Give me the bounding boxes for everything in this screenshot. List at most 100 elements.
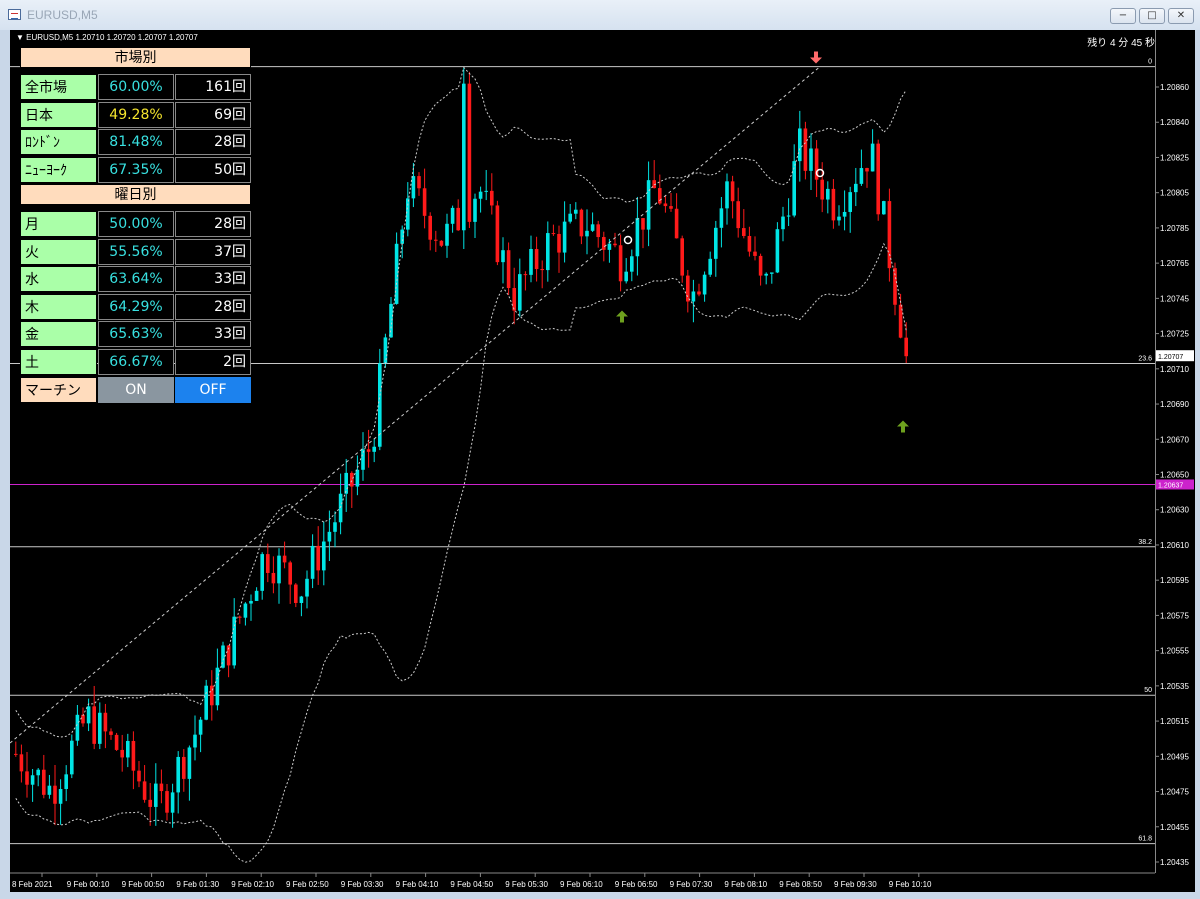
candle-body (646, 180, 651, 230)
candle-body (764, 273, 768, 276)
candle-body (439, 240, 444, 246)
candle-body (674, 208, 679, 239)
candle-body (170, 792, 175, 813)
candle-body (809, 148, 813, 171)
weekday-label: 木 (20, 293, 97, 320)
price-tick-label: 1.20575 (1160, 611, 1189, 620)
candle-body (467, 83, 472, 222)
candle-body (42, 769, 46, 795)
terminal-window: EURUSD,M5 − □ ✕ 1.20860 1.20840 1.20825 1.2… (0, 0, 1200, 899)
candle-body (406, 198, 410, 230)
candle-body (53, 785, 57, 804)
martin-on-button[interactable]: ON (98, 377, 174, 403)
candle-body (551, 233, 556, 235)
price-tick-label: 1.20435 (1160, 858, 1189, 867)
weekday-count: 28回 (175, 211, 251, 237)
candle-body (798, 128, 802, 162)
buy-signal-arrow (897, 420, 909, 433)
candle-body (25, 771, 29, 785)
candle-body (663, 203, 668, 207)
candle-body (187, 747, 192, 779)
candle-body (691, 291, 696, 302)
time-tick-label: 9 Feb 00:50 (122, 880, 165, 889)
candle-body (428, 215, 432, 240)
candle-body (243, 603, 248, 618)
market-count: 69回 (175, 101, 251, 128)
weekday-label: 月 (20, 211, 97, 237)
candle-body (859, 168, 864, 184)
candle-body (417, 176, 421, 189)
candle-body (680, 238, 684, 276)
candle-body (770, 272, 774, 274)
market-count: 28回 (175, 129, 251, 155)
market-row: 全市場 60.00% 161回 (20, 74, 252, 101)
fib-level-label: 38.2 (1138, 539, 1152, 546)
minimize-button[interactable]: − (1110, 8, 1136, 24)
weekday-label: 土 (20, 348, 97, 375)
candle-body (182, 756, 186, 779)
buy-signal-arrow (616, 310, 628, 323)
candle-body (854, 183, 858, 193)
price-tick-label: 1.20455 (1160, 823, 1189, 832)
candle-body (282, 555, 287, 563)
candle-body (333, 522, 337, 532)
candle-body (579, 209, 584, 237)
candle-body (473, 198, 477, 222)
candle-body (747, 235, 752, 252)
close-button[interactable]: ✕ (1168, 8, 1194, 24)
fib-level-label: 23.6 (1138, 356, 1152, 363)
candle-body (103, 712, 108, 732)
martin-off-button[interactable]: OFF (175, 377, 251, 403)
entry-marker-circle (623, 235, 633, 245)
market-header: 市場別 (20, 47, 251, 68)
candle-body (686, 275, 690, 302)
candle-body (596, 224, 600, 238)
weekday-win-rate: 65.63% (98, 321, 174, 347)
candle-body (753, 251, 757, 256)
weekday-row: 木 64.29% 28回 (20, 293, 252, 321)
price-tick-label: 1.20725 (1160, 330, 1189, 339)
candle-body (372, 446, 376, 452)
price-tick-label: 1.20785 (1160, 224, 1189, 233)
price-tick-label: 1.20745 (1160, 294, 1189, 303)
candle-body (826, 188, 830, 200)
time-tick-label: 9 Feb 02:10 (231, 880, 274, 889)
time-tick-label: 9 Feb 00:10 (67, 880, 110, 889)
candle-body (75, 714, 80, 741)
weekday-count: 37回 (175, 238, 251, 265)
martin-row: マーチン ON OFF (20, 377, 252, 404)
candle-body (534, 248, 539, 270)
market-row: ﾆｭｰﾖｰｸ 67.35% 50回 (20, 156, 252, 184)
candle-body (562, 221, 567, 253)
candle-body (221, 645, 225, 668)
candle-body (70, 740, 74, 775)
weekday-row: 水 63.64% 33回 (20, 266, 252, 293)
weekday-row: 火 55.56% 37回 (20, 238, 252, 266)
candle-body (254, 590, 259, 601)
market-count: 50回 (175, 156, 251, 183)
time-tick-label: 9 Feb 06:50 (615, 880, 658, 889)
candle-body (848, 192, 852, 212)
candle-body (624, 271, 628, 282)
price-chart[interactable]: 1.20860 1.20840 1.20825 1.20805 1.20785 1.207… (10, 30, 1195, 892)
candle-body (865, 168, 869, 172)
weekday-win-rate: 55.56% (98, 238, 174, 265)
market-label: ﾛﾝﾄﾞﾝ (20, 129, 97, 155)
maximize-button[interactable]: □ (1139, 8, 1165, 24)
candle-body (501, 250, 505, 263)
time-tick-label: 9 Feb 02:50 (286, 880, 329, 889)
price-tick-label: 1.20610 (1160, 541, 1189, 550)
candle-body (484, 190, 488, 192)
weekday-win-rate: 64.29% (98, 293, 174, 320)
price-tick-label: 1.20515 (1160, 717, 1189, 726)
candle-body (350, 472, 354, 487)
candle-body (126, 740, 130, 758)
candle-body (742, 228, 746, 236)
title-bar[interactable]: EURUSD,M5 − □ ✕ (0, 0, 1200, 30)
weekday-win-rate: 50.00% (98, 211, 174, 237)
window-title: EURUSD,M5 (27, 8, 98, 22)
chart-window-icon (8, 9, 21, 20)
candle-body (837, 216, 841, 221)
candle-body (266, 554, 270, 573)
weekday-win-rate: 66.67% (98, 348, 174, 375)
